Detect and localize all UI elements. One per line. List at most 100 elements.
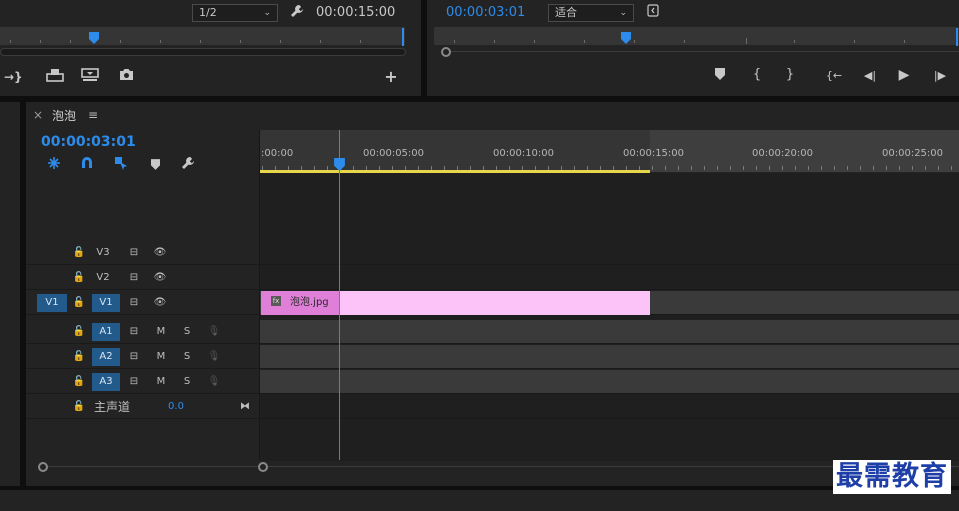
microphone-icon[interactable]: 🎙 <box>207 348 221 366</box>
step-back-button[interactable]: ◀| <box>860 68 880 84</box>
add-marker-icon[interactable] <box>148 158 162 174</box>
go-to-in-button[interactable]: {← <box>824 68 844 84</box>
solo-button[interactable]: S <box>180 348 194 366</box>
mute-button[interactable]: M <box>154 373 168 391</box>
step-forward-button[interactable]: |▶ <box>930 68 950 84</box>
track-label-v1[interactable]: V1 <box>92 294 120 312</box>
program-timecode[interactable]: 00:00:03:01 <box>446 5 525 20</box>
eye-icon[interactable]: 👁 <box>152 244 168 262</box>
mute-button[interactable]: M <box>154 323 168 341</box>
track-lane-v3[interactable] <box>260 241 959 265</box>
track-lane-a1[interactable] <box>260 320 959 344</box>
track-lane-master[interactable] <box>260 395 959 419</box>
lock-icon[interactable]: 🔓 <box>72 398 86 416</box>
insert-button[interactable]: →} <box>4 69 23 85</box>
lift-button[interactable] <box>80 68 100 86</box>
timeline-playhead-line <box>339 130 340 460</box>
sync-lock-icon[interactable]: ⊟ <box>126 323 142 341</box>
video-clip[interactable]: fx 泡泡.jpg <box>261 291 650 315</box>
chevron-down-icon: ⌄ <box>619 8 627 18</box>
track-label-a1[interactable]: A1 <box>92 323 120 341</box>
sync-lock-icon[interactable]: ⊟ <box>126 348 142 366</box>
sync-lock-icon[interactable]: ⊟ <box>126 373 142 391</box>
snap-icon[interactable] <box>46 156 62 174</box>
program-ruler-ticks <box>434 38 959 44</box>
source-monitor: 1/2 ⌄ 00:00:15:00 →} + <box>0 0 421 96</box>
track-label-v3[interactable]: V3 <box>92 244 114 262</box>
timeline-zoom-handle[interactable] <box>258 462 268 472</box>
ruler-label-25s: 00:00:25:00 <box>882 148 944 159</box>
track-label-a2[interactable]: A2 <box>92 348 120 366</box>
eye-icon[interactable]: 👁 <box>152 269 168 287</box>
master-volume-value[interactable]: 0.0 <box>164 398 188 416</box>
header-scroll-track <box>44 466 258 467</box>
source-patch-v1[interactable]: V1 <box>37 294 67 312</box>
master-track-label: 主声道 <box>93 400 130 414</box>
solo-button[interactable]: S <box>180 323 194 341</box>
track-header-v2: 🔓 V2 ⊟ 👁 <box>26 266 260 290</box>
settings-icon[interactable] <box>645 4 661 21</box>
linked-selection-icon[interactable] <box>113 156 129 174</box>
sync-lock-icon[interactable]: ⊟ <box>126 244 142 262</box>
ruler-label-20s: 00:00:20:00 <box>752 148 814 159</box>
ruler-label-0: :00:00 <box>261 148 294 159</box>
watermark: 最需教育 <box>833 460 951 494</box>
sync-lock-icon[interactable]: ⊟ <box>126 294 142 312</box>
program-playhead[interactable] <box>621 32 631 44</box>
lock-icon[interactable]: 🔓 <box>72 323 86 341</box>
program-zoom-handle[interactable] <box>441 47 451 57</box>
track-lane-a3[interactable] <box>260 370 959 394</box>
sync-lock-icon[interactable]: ⊟ <box>126 269 142 287</box>
magnet-icon[interactable] <box>79 156 95 174</box>
track-label-v2[interactable]: V2 <box>92 269 114 287</box>
timeline-playhead[interactable] <box>334 158 345 171</box>
track-lane-v2[interactable] <box>260 266 959 290</box>
header-scroll-handle-left[interactable] <box>38 462 48 472</box>
track-label-a3[interactable]: A3 <box>92 373 120 391</box>
microphone-icon[interactable]: 🎙 <box>207 323 221 341</box>
source-out-bracket <box>402 28 404 46</box>
source-ruler-ticks <box>0 38 405 44</box>
solo-button[interactable]: S <box>180 373 194 391</box>
clip-name: 泡泡.jpg <box>290 297 329 308</box>
close-tab-button[interactable]: × <box>32 107 44 123</box>
source-playhead[interactable] <box>89 32 99 44</box>
mark-in-button[interactable]: { <box>750 67 764 83</box>
mute-button[interactable]: M <box>154 348 168 366</box>
camera-icon[interactable] <box>117 68 135 85</box>
program-fit-dropdown[interactable]: 适合 ⌄ <box>548 4 634 22</box>
timeline-settings-wrench-icon[interactable] <box>180 156 196 174</box>
eye-icon[interactable]: 👁 <box>152 294 168 312</box>
track-lane-a2[interactable] <box>260 345 959 369</box>
add-button[interactable]: + <box>382 69 400 85</box>
source-duration: 00:00:15:00 <box>316 5 396 20</box>
track-header-a3: 🔓 A3 ⊟ M S 🎙 <box>26 370 260 394</box>
timeline-panel: × 泡泡 ≡ 00:00:03:01 :00:00 00:00:05:00 00… <box>26 102 959 486</box>
track-header-a1: 🔓 A1 ⊟ M S 🎙 <box>26 320 260 344</box>
chevron-down-icon: ⌄ <box>263 8 271 18</box>
program-monitor: 00:00:03:01 适合 ⌄ { } {← ◀| ▶ |▶ <box>427 0 959 96</box>
master-end-icon[interactable]: ⧓ <box>238 398 252 416</box>
lock-icon[interactable]: 🔓 <box>72 348 86 366</box>
lock-icon[interactable]: 🔓 <box>72 294 86 312</box>
ruler-label-5s: 00:00:05:00 <box>363 148 425 159</box>
source-resolution-dropdown[interactable]: 1/2 ⌄ <box>192 4 278 22</box>
mark-out-button[interactable]: } <box>783 67 797 83</box>
program-out-bracket <box>956 28 958 46</box>
program-scroll-track <box>445 51 959 52</box>
track-header-master: 🔓 主声道 0.0 ⧓ <box>26 395 260 419</box>
panel-menu-icon[interactable]: ≡ <box>86 107 100 123</box>
overwrite-button[interactable] <box>45 68 65 86</box>
add-marker-button[interactable] <box>713 68 727 84</box>
lock-icon[interactable]: 🔓 <box>72 373 86 391</box>
play-button[interactable]: ▶ <box>894 67 914 83</box>
source-zoom-scrollbar[interactable] <box>0 48 406 56</box>
microphone-icon[interactable]: 🎙 <box>207 373 221 391</box>
fx-badge[interactable]: fx <box>271 296 281 306</box>
lock-icon[interactable]: 🔓 <box>72 244 86 262</box>
project-panel-edge <box>0 102 20 486</box>
lock-icon[interactable]: 🔓 <box>72 269 86 287</box>
sequence-tab[interactable]: 泡泡 <box>52 107 76 124</box>
wrench-icon[interactable] <box>288 4 306 22</box>
timeline-timecode[interactable]: 00:00:03:01 <box>41 134 136 150</box>
